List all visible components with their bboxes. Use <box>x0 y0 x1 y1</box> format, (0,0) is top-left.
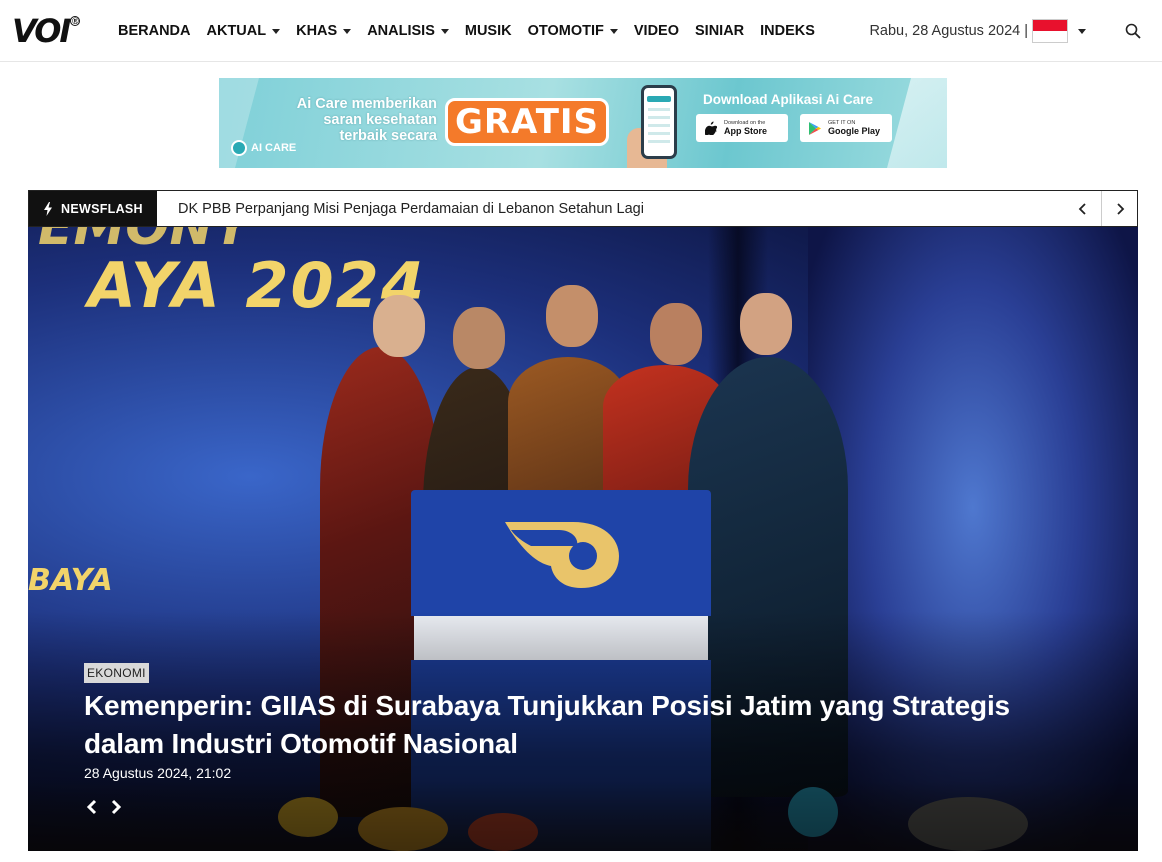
person-head <box>453 307 505 369</box>
hero-date: 28 Agustus 2024, 21:02 <box>84 765 232 781</box>
lightning-icon <box>44 201 52 216</box>
newsflash-label-text: NEWSFLASH <box>61 201 143 216</box>
banner-decoration <box>887 78 947 168</box>
chevron-right-icon <box>111 799 122 815</box>
nav-item-aktual[interactable]: AKTUAL <box>199 23 289 39</box>
chevron-down-icon[interactable] <box>1078 28 1086 34</box>
person-head <box>373 295 425 357</box>
nav-item-analisis[interactable]: ANALISIS <box>359 23 457 39</box>
nav-item-label: BERANDA <box>118 23 191 39</box>
newsflash-next-button[interactable] <box>1101 191 1137 226</box>
stage-wall-text: BAYA <box>28 563 113 598</box>
ad-gratis-badge: GRATIS <box>445 98 609 146</box>
giias-logo-icon <box>505 522 619 588</box>
app-store-button[interactable]: Download on the App Store <box>696 114 788 142</box>
person-head <box>650 303 702 365</box>
chevron-left-icon <box>1078 202 1086 215</box>
logo-text: VOI <box>12 12 71 50</box>
nav-item-label: VIDEO <box>633 23 679 39</box>
ad-tagline-line: Ai Care memberikan <box>296 96 437 112</box>
ad-brand-name: AI CARE <box>251 142 297 154</box>
category-badge[interactable]: EKONOMI <box>84 663 149 683</box>
newsflash-ticker: NEWSFLASH DK PBB Perpanjang Misi Penjaga… <box>28 190 1138 227</box>
app-store-label: App Store <box>724 126 768 136</box>
header-right: Rabu, 28 Agustus 2024 | <box>869 0 1162 62</box>
person-head <box>546 285 598 347</box>
chevron-right-icon <box>1116 202 1124 215</box>
nav-item-label: SINIAR <box>695 23 745 39</box>
slider-prev-button[interactable] <box>84 797 100 817</box>
chevron-down-icon <box>343 28 352 34</box>
search-icon[interactable] <box>1118 16 1148 46</box>
nav-item-label: KHAS <box>296 23 338 39</box>
nav-item-khas[interactable]: KHAS <box>288 23 359 39</box>
nav-item-label: ANALISIS <box>367 23 435 39</box>
phone-illustration <box>641 85 677 159</box>
nav-item-label: MUSIK <box>464 23 512 39</box>
current-date: Rabu, 28 Agustus 2024 <box>869 23 1021 39</box>
nav-item-indeks[interactable]: INDEKS <box>752 23 823 39</box>
slider-next-button[interactable] <box>108 797 124 817</box>
ad-brand: AI CARE <box>231 140 296 156</box>
hero-slider[interactable]: EMONY AYA 2024 BAYA EKONOMI Kemenperin: … <box>28 227 1138 851</box>
date-separator: | <box>1024 23 1028 39</box>
nav-item-siniar[interactable]: SINIAR <box>687 23 752 39</box>
newsflash-label: NEWSFLASH <box>29 191 157 226</box>
ad-tagline: Ai Care memberikan saran kesehatan terba… <box>281 96 437 144</box>
nav-item-label: INDEKS <box>760 23 815 39</box>
registered-mark: ® <box>70 16 81 26</box>
chevron-down-icon <box>272 28 281 34</box>
site-logo[interactable]: VOI ® <box>12 12 81 50</box>
chevron-down-icon <box>609 28 618 34</box>
chevron-down-icon <box>440 28 449 34</box>
slider-controls <box>84 797 124 817</box>
google-play-label: Google Play <box>828 126 881 136</box>
nav-item-label: OTOMOTIF <box>527 23 604 39</box>
site-header: VOI ® BERANDA AKTUAL KHAS ANALISIS MUSIK OTOM… <box>0 0 1162 62</box>
nav-item-video[interactable]: VIDEO <box>626 23 687 39</box>
person-head <box>740 293 792 355</box>
indonesia-flag-icon[interactable] <box>1032 19 1068 43</box>
ad-banner[interactable]: Ai Care memberikan saran kesehatan terba… <box>219 78 947 168</box>
nav-item-otomotif[interactable]: OTOMOTIF <box>520 23 626 39</box>
main-nav: BERANDA AKTUAL KHAS ANALISIS MUSIK OTOMOTIF VI… <box>110 0 823 62</box>
chevron-left-icon <box>86 799 97 815</box>
google-play-icon <box>808 121 822 135</box>
nav-item-beranda[interactable]: BERANDA <box>110 23 199 39</box>
nav-item-label: AKTUAL <box>206 23 267 39</box>
ad-download-title: Download Aplikasi Ai Care <box>703 92 874 107</box>
newsflash-headline[interactable]: DK PBB Perpanjang Misi Penjaga Perdamaia… <box>178 191 644 226</box>
newsflash-prev-button[interactable] <box>1065 191 1101 226</box>
nav-item-musik[interactable]: MUSIK <box>457 23 520 39</box>
ai-care-logo-icon <box>231 140 247 156</box>
hero-headline[interactable]: Kemenperin: GIIAS di Surabaya Tunjukkan … <box>84 687 1064 763</box>
google-play-button[interactable]: GET IT ON Google Play <box>800 114 892 142</box>
apple-icon <box>704 121 718 135</box>
ad-tagline-line: terbaik secara <box>339 128 437 144</box>
ad-tagline-line: saran kesehatan <box>323 112 437 128</box>
